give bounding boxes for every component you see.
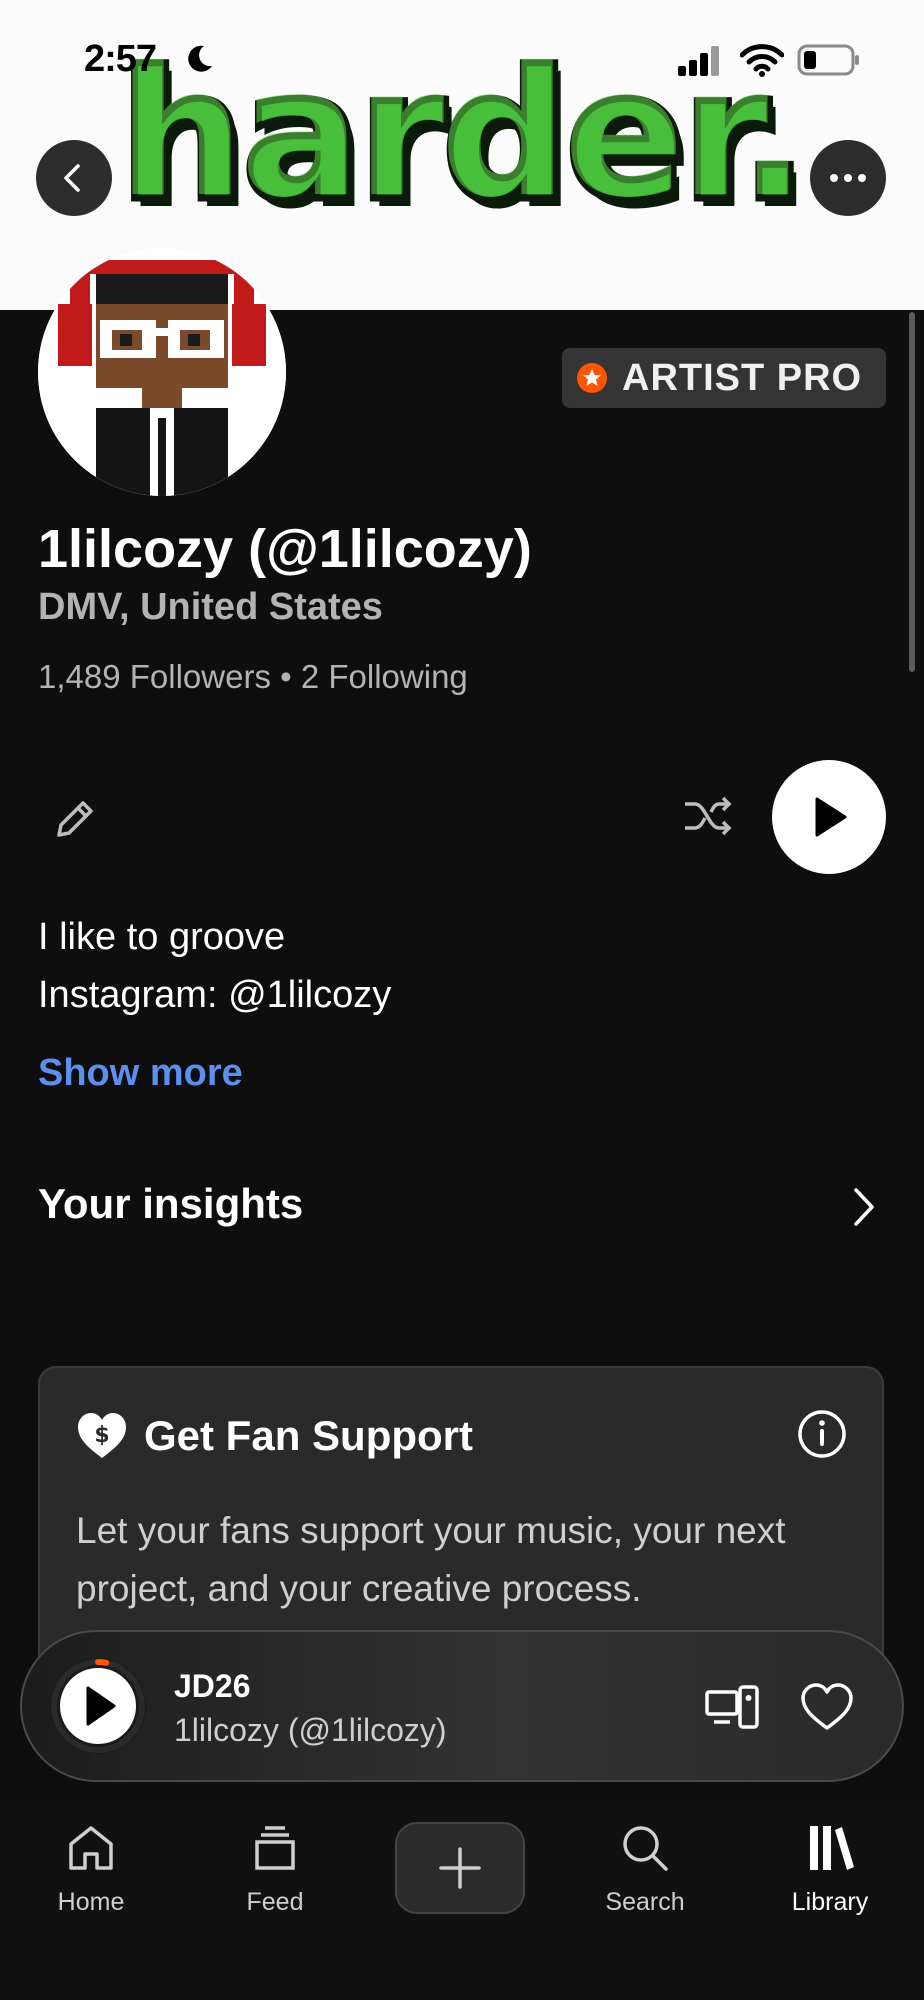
bottom-tab-bar: Home Feed Search Library <box>0 1800 924 2000</box>
bio-line-1: I like to groove <box>38 916 286 958</box>
home-icon <box>69 1826 113 1870</box>
tab-feed[interactable]: Feed <box>200 1822 350 1942</box>
badge-label: ARTIST PRO <box>622 356 863 399</box>
pixel-avatar-image <box>38 248 286 496</box>
tab-library[interactable]: Library <box>755 1822 905 1942</box>
following-link[interactable]: 2 Following <box>301 658 468 695</box>
mini-player[interactable]: JD26 1lilcozy (@1lilcozy) <box>20 1630 904 1782</box>
bio-line-2: Instagram: @1lilcozy <box>38 974 392 1016</box>
more-options-button[interactable] <box>810 140 886 216</box>
fan-support-title: Get Fan Support <box>144 1412 473 1459</box>
pencil-icon <box>57 801 93 837</box>
library-icon <box>810 1826 854 1870</box>
edit-profile-button[interactable] <box>42 786 108 852</box>
tab-search[interactable]: Search <box>570 1822 720 1942</box>
scrollbar[interactable] <box>909 312 915 672</box>
status-bar: 2:57 <box>0 0 924 110</box>
tab-home[interactable]: Home <box>16 1822 166 1942</box>
your-insights-label[interactable]: Your insights <box>38 1180 303 1228</box>
fan-support-description: Let your fans support your music, your n… <box>76 1510 786 1609</box>
chevron-right-icon[interactable] <box>844 1182 884 1232</box>
artist-pro-badge: ARTIST PRO <box>562 348 886 408</box>
back-button[interactable] <box>36 140 112 216</box>
follow-separator: • <box>280 658 292 695</box>
heart-icon[interactable] <box>800 1682 854 1732</box>
avatar[interactable] <box>38 248 286 496</box>
info-icon[interactable] <box>796 1408 848 1460</box>
mini-play-button[interactable] <box>48 1656 148 1756</box>
create-button[interactable] <box>395 1822 525 1914</box>
play-icon <box>815 797 847 837</box>
battery-icon <box>797 44 859 76</box>
star-badge-icon <box>577 363 607 393</box>
wifi-icon <box>740 44 784 77</box>
follow-stats: 1,489 Followers • 2 Following <box>38 658 468 696</box>
tab-label: Home <box>57 1888 125 1916</box>
play-all-button[interactable] <box>772 760 886 874</box>
svg-text:$: $ <box>94 1423 109 1448</box>
profile-location: DMV, United States <box>38 586 383 628</box>
search-icon <box>623 1826 668 1871</box>
tab-label: Search <box>605 1888 685 1916</box>
playback-progress-ring <box>95 1659 110 1666</box>
cellular-signal-icon <box>678 46 719 76</box>
show-more-link[interactable]: Show more <box>38 1052 243 1095</box>
track-artist: 1lilcozy (@1lilcozy) <box>174 1712 447 1748</box>
chevron-left-icon <box>64 164 80 192</box>
tab-label: Feed <box>246 1888 304 1916</box>
feed-icon <box>255 1826 295 1870</box>
status-time: 2:57 <box>84 38 157 80</box>
shuffle-icon <box>685 796 732 836</box>
tab-label: Library <box>791 1888 869 1916</box>
followers-link[interactable]: 1,489 Followers <box>38 658 271 695</box>
track-title: JD26 <box>174 1668 251 1704</box>
profile-name: 1lilcozy (@1lilcozy) <box>38 519 532 579</box>
devices-icon[interactable] <box>704 1684 760 1730</box>
shuffle-button[interactable] <box>676 784 740 848</box>
moon-icon <box>188 45 212 72</box>
more-dots-icon <box>830 174 866 182</box>
plus-icon <box>439 1847 481 1889</box>
heart-dollar-icon: $ <box>78 1413 126 1458</box>
